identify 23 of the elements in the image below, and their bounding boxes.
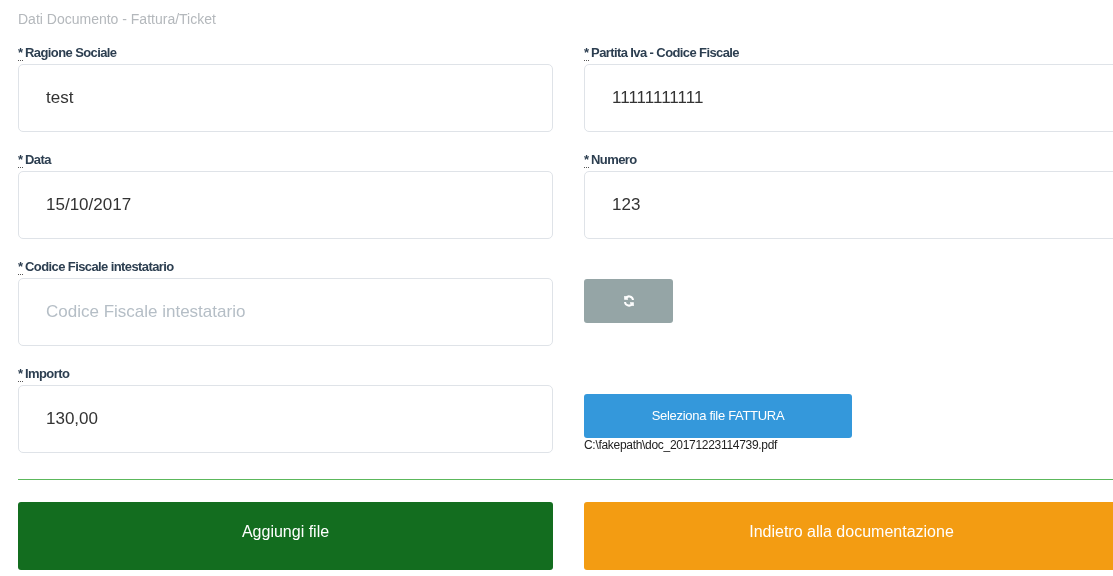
add-file-button[interactable]: Aggiungi file	[18, 502, 553, 570]
required-mark: *	[584, 46, 590, 61]
required-mark: *	[18, 260, 24, 275]
refresh-button[interactable]	[584, 279, 673, 323]
input-field[interactable]: 123	[584, 171, 1113, 239]
input-field[interactable]: 15/10/2017	[18, 171, 553, 239]
input-field[interactable]: 130,00	[18, 385, 553, 453]
file-name: C:\fakepath\doc_20171223114739.pdf	[584, 438, 778, 453]
required-mark: *	[18, 46, 24, 61]
field-label: Importo	[25, 366, 70, 382]
required-mark: *	[18, 367, 24, 382]
input-field[interactable]: 11111111111	[584, 64, 1113, 132]
field-label: Numero	[591, 152, 637, 168]
required-mark: *	[584, 153, 590, 168]
field-label: Codice Fiscale intestatario	[25, 259, 174, 275]
field-label: Data	[25, 152, 51, 168]
input-field[interactable]: Codice Fiscale intestatario	[18, 278, 553, 346]
required-mark: *	[18, 153, 24, 168]
refresh-icon	[622, 295, 635, 307]
field-label: Ragione Sociale	[25, 45, 117, 61]
section-title: Dati Documento - Fattura/Ticket	[18, 10, 216, 28]
field-label: Partita Iva - Codice Fiscale	[591, 45, 739, 61]
input-field[interactable]: test	[18, 64, 553, 132]
